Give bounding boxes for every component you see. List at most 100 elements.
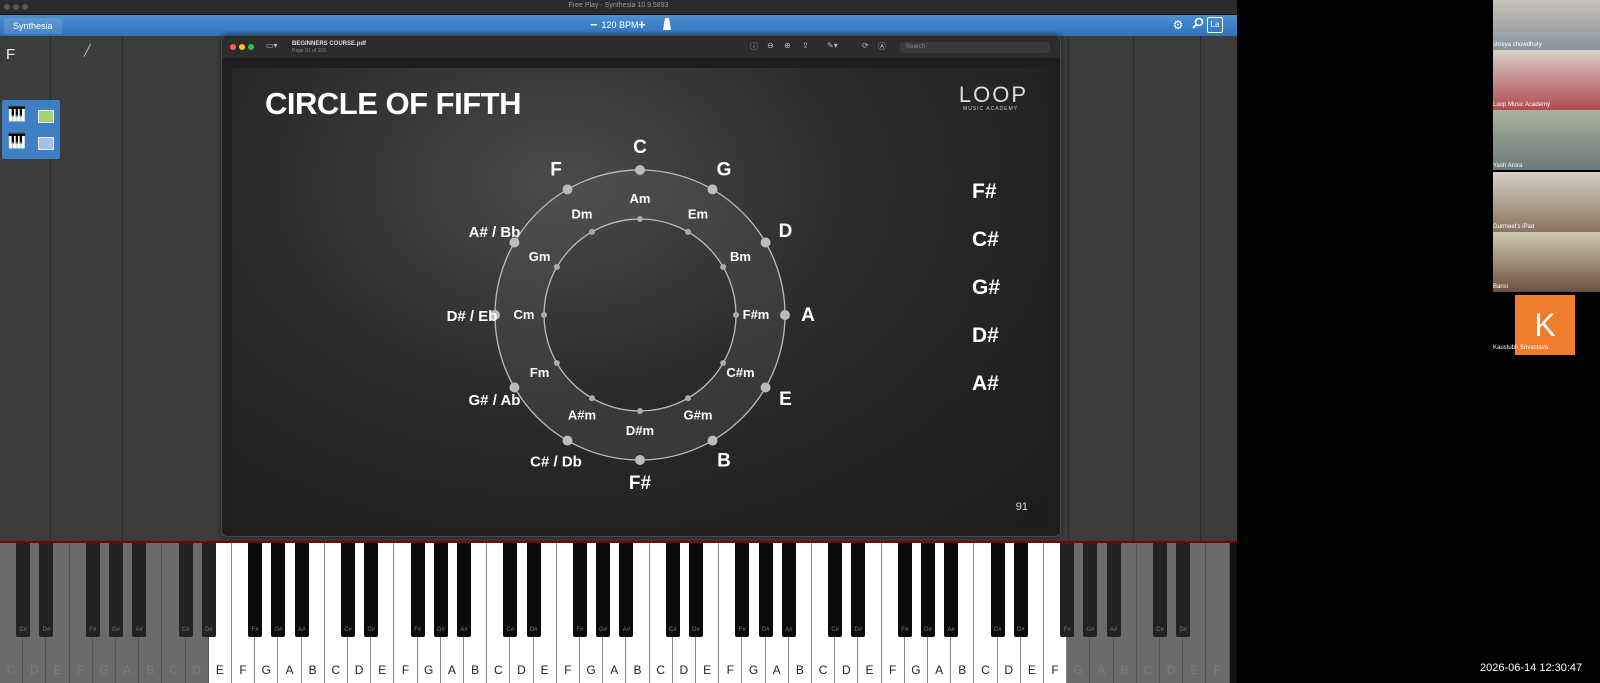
pencil-icon[interactable]: ╱ xyxy=(84,44,91,57)
piano-black-key[interactable]: C# xyxy=(503,543,518,637)
rotate-icon[interactable]: ⟳ xyxy=(862,41,869,50)
track-color-swatch[interactable] xyxy=(38,137,54,150)
sharp-key-label: A# xyxy=(972,372,999,395)
piano-black-key[interactable]: D# xyxy=(39,543,54,637)
loop-logo-subtitle: MUSIC ACADEMY xyxy=(963,106,1018,112)
search-icon[interactable] xyxy=(1190,17,1206,33)
piano-black-key[interactable]: D# xyxy=(1013,543,1028,637)
piano-black-key[interactable]: C# xyxy=(665,543,680,637)
synthesia-menu-tab[interactable]: Synthesia xyxy=(4,18,62,34)
annotate-icon[interactable]: Ⓐ xyxy=(878,41,886,52)
piano-black-key[interactable]: F# xyxy=(573,543,587,637)
major-key-dot xyxy=(509,382,520,393)
piano-black-key[interactable]: F# xyxy=(1060,543,1075,637)
piano-black-key[interactable]: F# xyxy=(897,543,912,637)
piano-black-key[interactable]: G# xyxy=(271,543,286,637)
lane-divider xyxy=(122,36,123,541)
piano-black-key[interactable]: G# xyxy=(109,543,123,637)
major-key-label: G xyxy=(717,160,732,181)
piano-track-icon[interactable]: 🎹 xyxy=(6,105,28,125)
minimize-button[interactable] xyxy=(239,44,245,50)
white-key-label: B xyxy=(633,663,642,677)
major-key-label: B xyxy=(717,450,731,471)
major-key-label: C xyxy=(633,137,647,158)
white-key-label: C xyxy=(981,663,990,677)
piano-white-key[interactable]: F xyxy=(1206,543,1230,683)
minor-key-label: C#m xyxy=(726,365,754,380)
black-key-label: F# xyxy=(251,627,259,633)
white-key-label: D xyxy=(192,663,202,677)
major-key-dot xyxy=(635,455,645,465)
black-key-label: D# xyxy=(1179,627,1188,633)
white-key-label: A xyxy=(1097,663,1106,677)
piano-black-key[interactable]: D# xyxy=(689,543,703,637)
major-key-dot xyxy=(760,382,771,393)
piano-black-key[interactable]: G# xyxy=(1083,543,1098,637)
piano-black-key[interactable]: F# xyxy=(410,543,425,637)
library-button[interactable]: La xyxy=(1207,17,1223,33)
white-key-label: C xyxy=(6,663,16,677)
white-key-label: C xyxy=(818,663,828,677)
piano-black-key[interactable]: D# xyxy=(851,543,866,637)
info-icon[interactable]: ⓘ xyxy=(750,41,758,52)
white-key-label: B xyxy=(1120,663,1129,677)
sharp-key-label: D# xyxy=(972,324,999,347)
piano-black-key[interactable]: G# xyxy=(921,543,935,637)
white-key-label: F xyxy=(239,663,247,677)
inner-circle xyxy=(543,218,737,412)
piano-black-key[interactable]: D# xyxy=(1176,543,1191,637)
markup-pen-icon[interactable]: ✎▾ xyxy=(827,41,838,50)
minor-key-dot xyxy=(589,395,595,402)
minor-key-label: Fm xyxy=(530,365,550,380)
piano-black-key[interactable]: A# xyxy=(132,543,147,637)
piano-black-key[interactable]: F# xyxy=(85,543,100,637)
piano-black-key[interactable]: A# xyxy=(294,543,309,637)
piano-black-key[interactable]: F# xyxy=(248,543,263,637)
pdf-search-input[interactable]: Search xyxy=(900,42,1050,53)
piano-black-key[interactable]: C# xyxy=(1153,543,1167,637)
piano-black-key[interactable]: G# xyxy=(596,543,611,637)
major-key-dot xyxy=(780,310,790,320)
participant-video[interactable] xyxy=(1493,50,1600,110)
zoom-in-icon[interactable]: ⊕ xyxy=(784,41,791,50)
black-key-label: F# xyxy=(576,627,584,633)
piano-black-key[interactable]: D# xyxy=(364,543,379,637)
white-key-label: F xyxy=(726,663,734,677)
black-key-label: G# xyxy=(274,627,283,633)
piano-black-key[interactable]: A# xyxy=(1106,543,1121,637)
participant-video[interactable] xyxy=(1493,172,1600,232)
major-key-dot xyxy=(707,184,718,195)
participant-video[interactable] xyxy=(1493,110,1600,170)
piano-black-key[interactable]: A# xyxy=(781,543,796,637)
settings-gear-icon[interactable]: ⚙ xyxy=(1170,17,1186,33)
share-icon[interactable]: ⇪ xyxy=(802,41,809,50)
sidebar-toggle-icon[interactable]: ▭▾ xyxy=(266,41,278,50)
piano-black-key[interactable]: A# xyxy=(619,543,634,637)
piano-black-key[interactable]: G# xyxy=(758,543,773,637)
piano-black-key[interactable]: F# xyxy=(735,543,750,637)
participant-video[interactable] xyxy=(1493,232,1600,292)
zoom-out-icon[interactable]: ⊖ xyxy=(767,41,774,50)
black-key-label: A# xyxy=(785,627,793,633)
piano-black-key[interactable]: D# xyxy=(201,543,216,637)
piano-black-key[interactable]: A# xyxy=(457,543,471,637)
minor-key-label: Em xyxy=(688,207,708,222)
piano-black-key[interactable]: C# xyxy=(16,543,31,637)
metronome-icon[interactable] xyxy=(659,17,675,33)
piano-track-icon[interactable]: 🎹 xyxy=(6,132,28,152)
close-button[interactable] xyxy=(230,44,236,50)
black-key-label: D# xyxy=(367,627,376,633)
piano-black-key[interactable]: D# xyxy=(526,543,541,637)
zoom-button[interactable] xyxy=(248,44,254,50)
piano-black-key[interactable]: C# xyxy=(828,543,843,637)
piano-black-key[interactable]: C# xyxy=(990,543,1005,637)
major-key-label: D xyxy=(779,221,793,242)
pdf-toolbar: ▭▾ BEGINNERS COURSE.pdf Page 91 of 103 ⓘ… xyxy=(222,36,1060,58)
slide-page: C G D A E B F# C# / Db G# / Ab D# / Eb A# / Bb F Am E… xyxy=(232,68,1048,528)
piano-black-key[interactable]: A# xyxy=(944,543,959,637)
piano-black-key[interactable]: G# xyxy=(433,543,448,637)
tempo-increase-button[interactable]: + xyxy=(638,17,646,33)
track-color-swatch[interactable] xyxy=(38,110,54,123)
piano-black-key[interactable]: C# xyxy=(178,543,193,637)
piano-black-key[interactable]: C# xyxy=(341,543,355,637)
